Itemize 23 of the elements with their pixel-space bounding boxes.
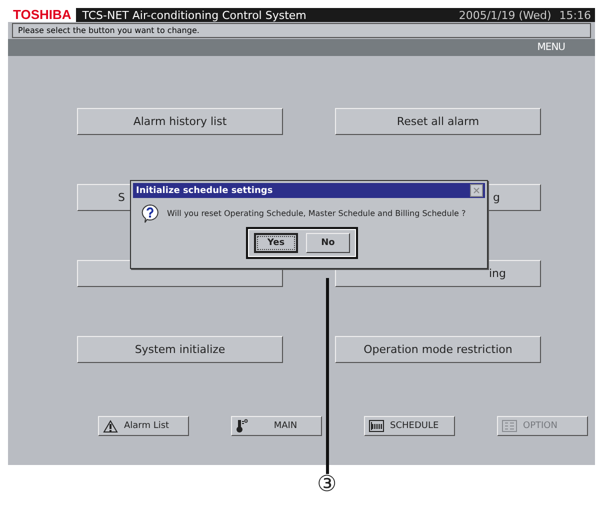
menu-button[interactable]: Operation mode restriction <box>335 336 541 363</box>
dialog-message: Will you reset Operating Schedule, Master Schedule and Billing Schedule ? <box>167 209 466 218</box>
time-text: 15:16 <box>558 8 592 22</box>
nav-button[interactable]: Alarm List <box>98 416 189 436</box>
callout-number: ③ <box>317 474 337 496</box>
dialog-button[interactable]: No <box>306 233 350 253</box>
question-icon <box>141 204 159 223</box>
nav-button[interactable]: MAIN <box>231 416 322 436</box>
nav-button[interactable]: SCHEDULE <box>364 416 455 436</box>
list-icon <box>502 420 517 432</box>
date-text: 2005/1/19 (Wed) <box>458 8 552 22</box>
dialog-title: Initialize schedule settings <box>136 186 273 196</box>
section-title: MENU <box>537 42 565 53</box>
brand-logo: TOSHIBA <box>8 8 76 22</box>
thermometer-icon <box>236 419 248 433</box>
message-field: Please select the button you want to change. <box>12 23 591 38</box>
menu-button[interactable]: Reset all alarm <box>335 108 541 135</box>
dialog-button[interactable]: Yes <box>254 233 298 253</box>
warning-icon <box>103 420 118 432</box>
calendar-icon <box>369 420 384 432</box>
menu-button[interactable]: Alarm history list <box>77 108 283 135</box>
app-title: TCS-NET Air-conditioning Control System <box>81 8 308 22</box>
menu-button[interactable]: System initialize <box>77 336 283 363</box>
